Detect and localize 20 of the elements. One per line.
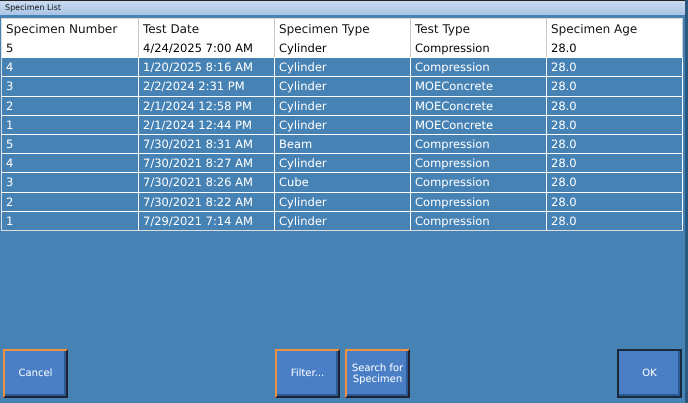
- table-row[interactable]: 2 2/1/2024 12:58 PM Cylinder MOEConcrete 28.0: [2, 96, 682, 115]
- table-row[interactable]: 3 2/2/2024 2:31 PM Cylinder MOEConcrete 28.0: [2, 76, 682, 96]
- window-title: Specimen List: [5, 3, 62, 12]
- table-row[interactable]: 4 7/30/2021 8:27 AM Cylinder Compression 28.0: [2, 153, 682, 172]
- table-row[interactable]: 2 7/30/2021 8:22 AM Cylinder Compression 28.0: [2, 192, 682, 211]
- table-cell: 28.0: [547, 212, 683, 230]
- table-cell: Compression: [411, 212, 547, 230]
- table-row[interactable]: 1 2/1/2024 12:44 PM Cylinder MOEConcrete 28.0: [2, 114, 682, 134]
- table-row[interactable]: 5 4/24/2025 7:00 AM Cylinder Compression 28.0: [2, 39, 682, 58]
- action-button[interactable]: Filter...: [275, 349, 340, 398]
- table-row[interactable]: 1 7/29/2021 7:14 AM Cylinder Compression 28.0: [2, 210, 682, 230]
- table-row[interactable]: 4 1/20/2025 8:16 AM Cylinder Compression 28.0: [2, 57, 682, 76]
- table-row[interactable]: 3 7/30/2021 8:26 AM Cube Compression 28.0: [2, 172, 682, 192]
- table-cell: 7/29/2021 7:14 AM: [139, 212, 275, 230]
- table-cell: 1: [2, 212, 139, 230]
- table-cell: Cylinder: [275, 212, 411, 230]
- ok-button[interactable]: OK: [617, 349, 682, 398]
- table-row[interactable]: 5 7/30/2021 8:31 AM Beam Compression 28.0: [2, 134, 682, 154]
- action-button[interactable]: Search for Specimen: [345, 349, 410, 398]
- cancel-button[interactable]: Cancel: [3, 349, 68, 398]
